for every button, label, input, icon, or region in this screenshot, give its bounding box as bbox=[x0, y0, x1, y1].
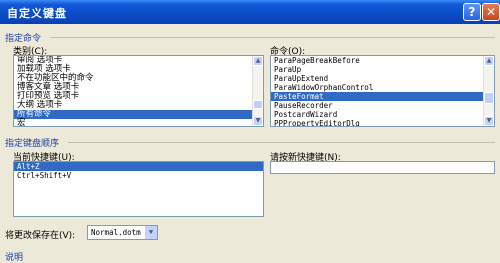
keys-section-title: 指定键盘顺序 bbox=[5, 139, 60, 149]
help-icon: ? bbox=[468, 5, 476, 19]
commands-section-title: 指定命令 bbox=[5, 34, 42, 44]
command-list[interactable]: ParaPageBreakBefore ParaUp ParaUpExtend Par… bbox=[270, 55, 495, 127]
command-item[interactable]: PauseRecorder bbox=[271, 101, 494, 110]
command-item[interactable]: PostcardWizard bbox=[271, 110, 494, 119]
command-item[interactable]: PPPropertyEditorDlg bbox=[271, 119, 494, 126]
current-keys-list[interactable]: Alt+Z Ctrl+Shift+V bbox=[13, 161, 264, 217]
close-button[interactable]: ✕ bbox=[482, 3, 500, 21]
scroll-up-arrow-icon[interactable]: ▲ bbox=[484, 56, 494, 66]
shortcut-item[interactable]: Ctrl+Shift+V bbox=[14, 171, 263, 180]
category-item[interactable]: 所有命令 bbox=[14, 110, 263, 119]
command-item[interactable]: PasteFormat bbox=[271, 92, 494, 101]
save-in-value: Normal.dotm bbox=[91, 228, 141, 237]
category-item[interactable]: 宏 bbox=[14, 119, 263, 127]
new-key-input[interactable] bbox=[270, 161, 495, 174]
save-in-select[interactable]: Normal.dotm ▼ bbox=[87, 225, 158, 240]
category-scrollbar[interactable]: ▲ ▼ bbox=[252, 56, 263, 126]
scroll-down-arrow-icon[interactable]: ▼ bbox=[253, 116, 263, 126]
scroll-thumb[interactable] bbox=[484, 92, 494, 104]
category-item[interactable]: 大纲 选项卡 bbox=[14, 101, 263, 110]
close-icon: ✕ bbox=[485, 5, 497, 19]
section-divider bbox=[68, 142, 495, 143]
category-list[interactable]: 审阅 选项卡 加载项 选项卡 不在功能区中的命令 博客文章 选项卡 打印预览 选项卡 大纲… bbox=[13, 55, 264, 127]
window-title: 自定义键盘 bbox=[7, 7, 67, 20]
command-item[interactable]: ParaWidowOrphanControl bbox=[271, 83, 494, 92]
shortcut-item[interactable]: Alt+Z bbox=[14, 162, 263, 171]
scroll-down-arrow-icon[interactable]: ▼ bbox=[484, 116, 494, 126]
section-divider bbox=[50, 37, 495, 38]
category-rows: 审阅 选项卡 加载项 选项卡 不在功能区中的命令 博客文章 选项卡 打印预览 选项卡 大纲… bbox=[14, 56, 263, 127]
command-item[interactable]: ParaUp bbox=[271, 65, 494, 74]
save-in-label: 将更改保存在(V): bbox=[5, 231, 76, 241]
command-scrollbar[interactable]: ▲ ▼ bbox=[483, 56, 494, 126]
scroll-up-arrow-icon[interactable]: ▲ bbox=[253, 56, 263, 66]
current-keys-rows: Alt+Z Ctrl+Shift+V bbox=[14, 162, 263, 180]
description-title: 说明 bbox=[5, 253, 24, 263]
command-item[interactable]: ParaPageBreakBefore bbox=[271, 56, 494, 65]
scroll-thumb[interactable] bbox=[253, 100, 263, 109]
help-button[interactable]: ? bbox=[463, 3, 481, 21]
title-bar: 自定义键盘 ? ✕ bbox=[0, 0, 500, 24]
chevron-down-icon[interactable]: ▼ bbox=[144, 226, 157, 239]
command-item[interactable]: ParaUpExtend bbox=[271, 74, 494, 83]
command-rows: ParaPageBreakBefore ParaUp ParaUpExtend Par… bbox=[271, 56, 494, 126]
